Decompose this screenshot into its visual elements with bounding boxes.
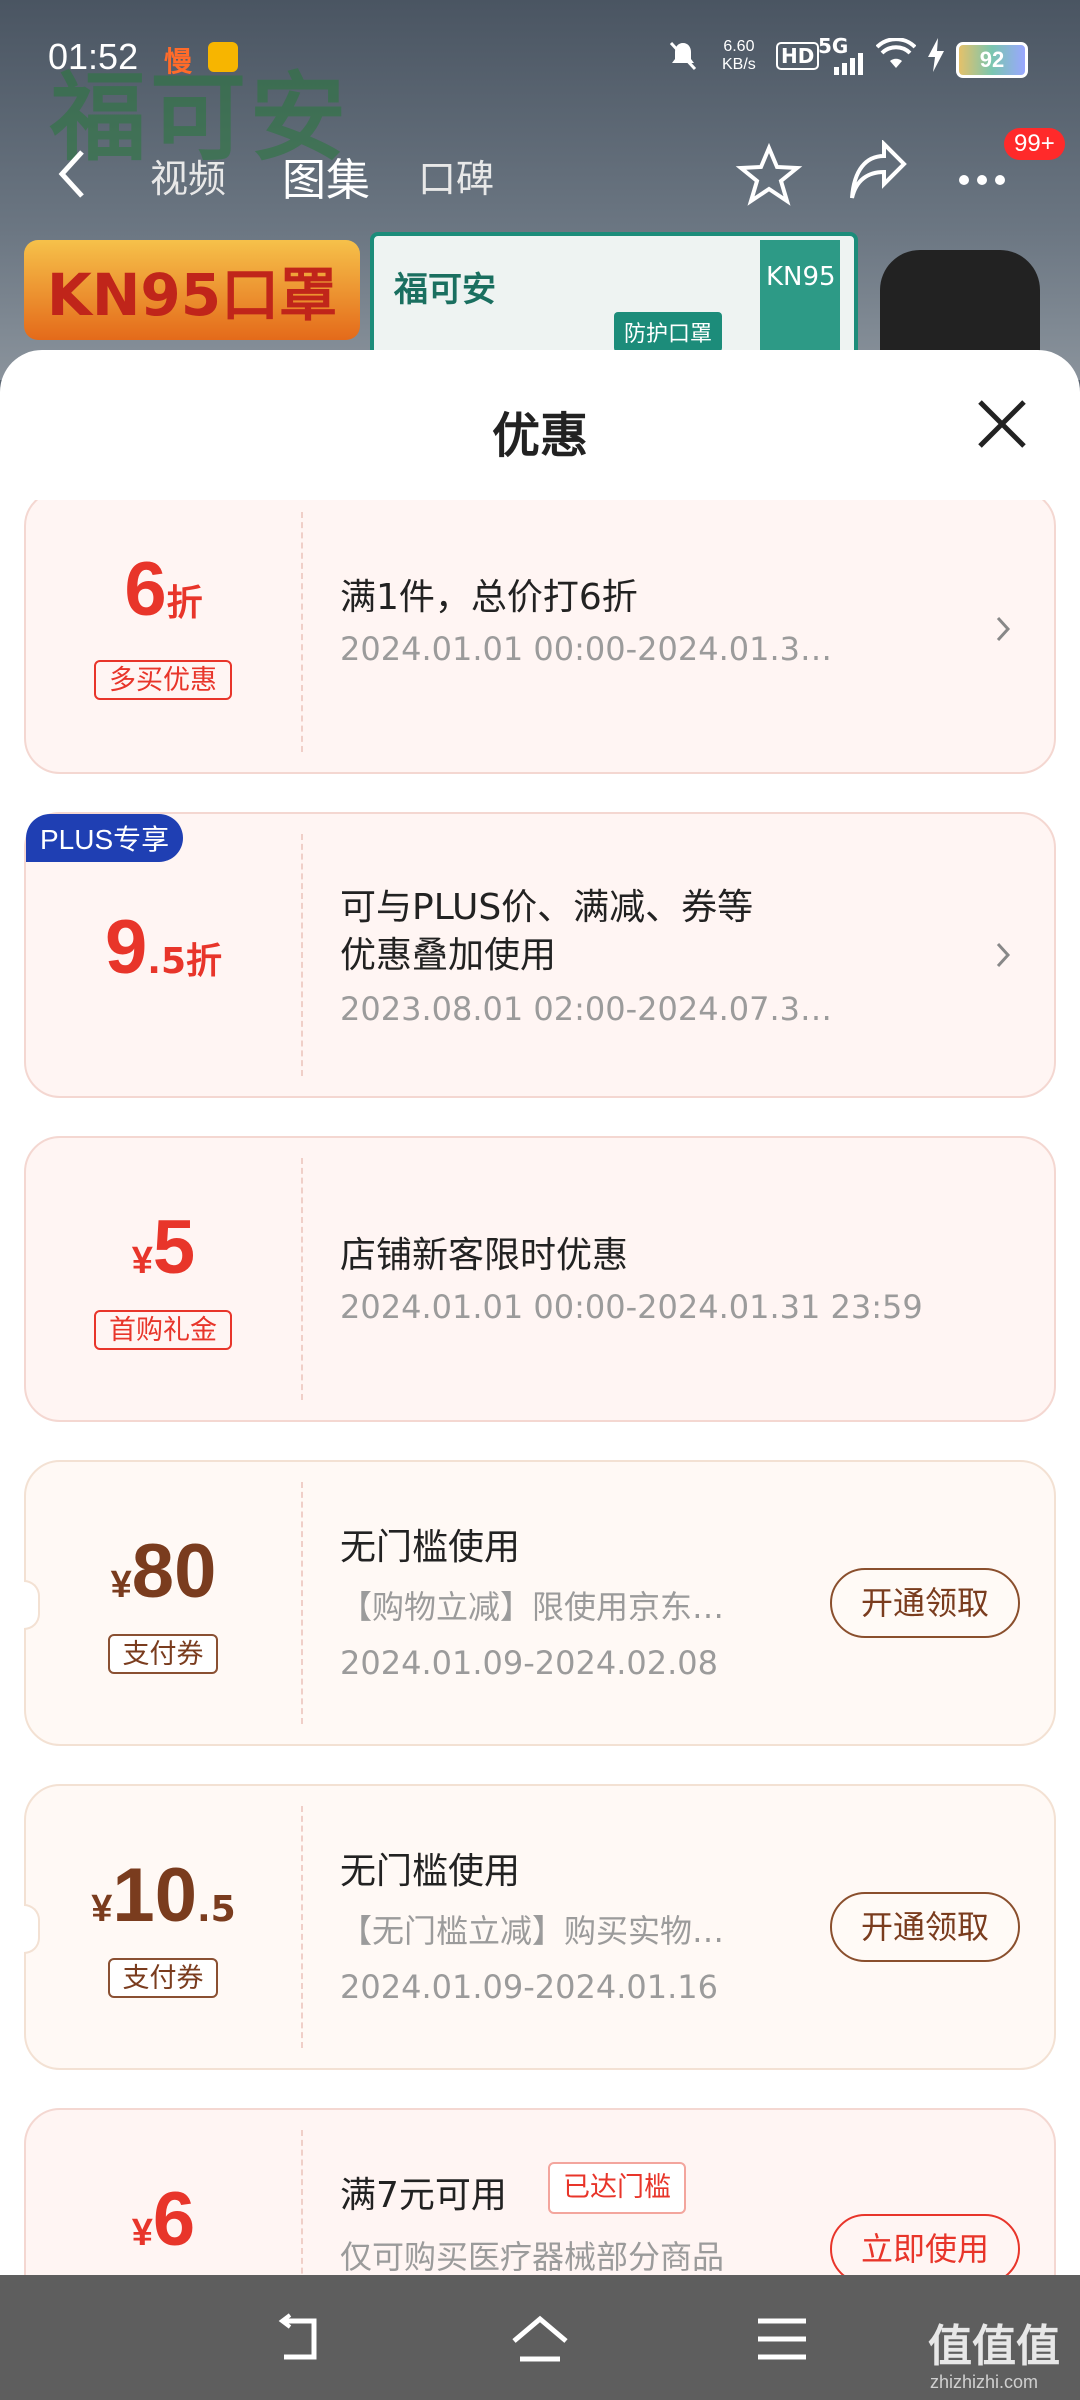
chevron-right-icon xyxy=(992,614,1014,644)
activate-claim-button[interactable]: 开通领取 xyxy=(830,1892,1020,1962)
coupon-date: 2024.01.01 00:00-2024.01.31 23:59 xyxy=(340,1288,923,1326)
coupon-card-pay-10-5[interactable]: ¥10.5 支付券 无门槛使用 【无门槛立减】购买实物… 2024.01.09-… xyxy=(24,1784,1056,2070)
coupon-card-plus[interactable]: PLUS专享 9.5折 可与PLUS价、满减、券等 优惠叠加使用 2023.08… xyxy=(24,812,1056,1098)
mute-bell-icon xyxy=(668,40,698,79)
activate-claim-button[interactable]: 开通领取 xyxy=(830,1568,1020,1638)
coupon-date: 2024.01.01 00:00-2024.01.3… xyxy=(340,630,833,668)
coupon-title: 无门槛使用 xyxy=(340,1527,521,1568)
coupon-sheet: 优惠 6折 多买优惠 满1件，总价打6折 2024.01.01 00:00-20… xyxy=(0,350,1080,2275)
coupon-left-panel: ¥6 xyxy=(26,2110,301,2275)
coupon-card-discount-6[interactable]: 6折 多买优惠 满1件，总价打6折 2024.01.01 00:00-2024.… xyxy=(24,500,1056,774)
threshold-reached-badge: 已达门槛 xyxy=(548,2162,686,2214)
message-count-badge: 99+ xyxy=(1004,128,1065,160)
tab-gallery[interactable]: 图集 xyxy=(282,144,370,208)
coupon-title: 满1件，总价打6折 xyxy=(340,577,638,618)
hd-icon: HD xyxy=(776,42,820,70)
coupon-tag: 多买优惠 xyxy=(94,660,232,700)
coupon-tag: 支付券 xyxy=(108,1958,218,1998)
product-nav: 视频 图集 口碑 xyxy=(0,130,1080,220)
coupon-amount: ¥5 xyxy=(131,1205,196,1290)
coupon-amount: ¥10.5 xyxy=(91,1853,236,1938)
back-button[interactable] xyxy=(52,144,92,204)
close-button[interactable] xyxy=(972,394,1032,454)
watermark-logo: 值值值 xyxy=(928,2321,1060,2372)
coupon-tag: 支付券 xyxy=(108,1634,218,1674)
coupon-left-panel: 6折 多买优惠 xyxy=(26,500,301,772)
kn95-banner: KN95口罩 xyxy=(24,240,360,340)
use-now-button[interactable]: 立即使用 xyxy=(830,2214,1020,2275)
coupon-divider xyxy=(301,834,303,1076)
box-tag: 防护口罩 xyxy=(614,312,723,352)
coupon-divider xyxy=(301,2130,303,2275)
coupon-left-panel: ¥10.5 支付券 xyxy=(26,1786,301,2068)
coupon-divider xyxy=(301,1482,303,1724)
coupon-date: 2024.01.09-2024.02.08 xyxy=(340,1644,718,1682)
coupon-divider xyxy=(301,1158,303,1400)
coupon-date: 2023.08.01 02:00-2024.07.3… xyxy=(340,990,833,1028)
coupon-title-line1: 可与PLUS价、满减、券等 xyxy=(340,887,754,928)
coupon-list[interactable]: 6折 多买优惠 满1件，总价打6折 2024.01.01 00:00-2024.… xyxy=(0,500,1080,2275)
favorite-star-icon[interactable] xyxy=(734,140,804,210)
coupon-tag: 首购礼金 xyxy=(94,1310,232,1350)
coupon-card-new-customer[interactable]: ¥5 首购礼金 店铺新客限时优惠 2024.01.01 00:00-2024.0… xyxy=(24,1136,1056,1422)
coupon-divider xyxy=(301,1806,303,2048)
home-icon[interactable] xyxy=(510,2311,570,2367)
coupon-amount: 6折 xyxy=(124,547,203,632)
coupon-title: 店铺新客限时优惠 xyxy=(340,1235,629,1276)
wifi-icon xyxy=(875,37,917,77)
network-speed: 6.60 KB/s xyxy=(722,38,756,73)
coupon-title-line2: 优惠叠加使用 xyxy=(340,935,557,976)
back-gesture-icon[interactable] xyxy=(270,2311,330,2367)
battery-indicator: 92 xyxy=(956,42,1028,78)
coupon-left-panel: ¥5 首购礼金 xyxy=(26,1138,301,1420)
coupon-description: 【无门槛立减】购买实物… xyxy=(340,1912,725,1950)
coupon-left-panel: ¥80 支付券 xyxy=(26,1462,301,1744)
clock: 01:52 xyxy=(48,36,139,77)
coupon-card-6-yuan[interactable]: ¥6 满7元可用 已达门槛 仅可购买医疗器械部分商品 立即使用 xyxy=(24,2108,1056,2275)
menu-icon[interactable] xyxy=(752,2311,812,2367)
status-bar: 01:52 慢 6.60 KB/s HD 5G 92 xyxy=(0,0,1080,100)
coupon-left-panel: 9.5折 xyxy=(26,814,301,1096)
coupon-title: 无门槛使用 xyxy=(340,1851,521,1892)
chevron-right-icon xyxy=(992,940,1014,970)
system-navigation-bar xyxy=(0,2275,1080,2400)
tab-video[interactable]: 视频 xyxy=(150,148,226,203)
coupon-amount: 9.5折 xyxy=(104,905,222,990)
app-notification-icon xyxy=(208,42,238,72)
coupon-title: 满7元可用 xyxy=(340,2175,507,2216)
charging-icon xyxy=(926,38,946,79)
coupon-card-pay-80[interactable]: ¥80 支付券 无门槛使用 【购物立减】限使用京东… 2024.01.09-20… xyxy=(24,1460,1056,1746)
share-icon[interactable] xyxy=(842,139,912,210)
coupon-date: 2024.01.09-2024.01.16 xyxy=(340,1968,718,2006)
sheet-title: 优惠 xyxy=(491,408,588,464)
coupon-amount: ¥6 xyxy=(131,2177,196,2262)
box-brand: 福可安 xyxy=(394,270,496,310)
coupon-description: 仅可购买医疗器械部分商品 xyxy=(340,2238,725,2275)
tab-reviews[interactable]: 口碑 xyxy=(418,148,494,203)
box-side-label: KN95 xyxy=(766,262,836,292)
signal-icon xyxy=(824,52,864,82)
slow-indicator: 慢 xyxy=(164,45,193,78)
watermark-site: zhizhizhi.com xyxy=(930,2372,1039,2392)
coupon-description: 【购物立减】限使用京东… xyxy=(340,1588,725,1626)
coupon-divider xyxy=(301,512,303,752)
coupon-amount: ¥80 xyxy=(110,1529,217,1614)
